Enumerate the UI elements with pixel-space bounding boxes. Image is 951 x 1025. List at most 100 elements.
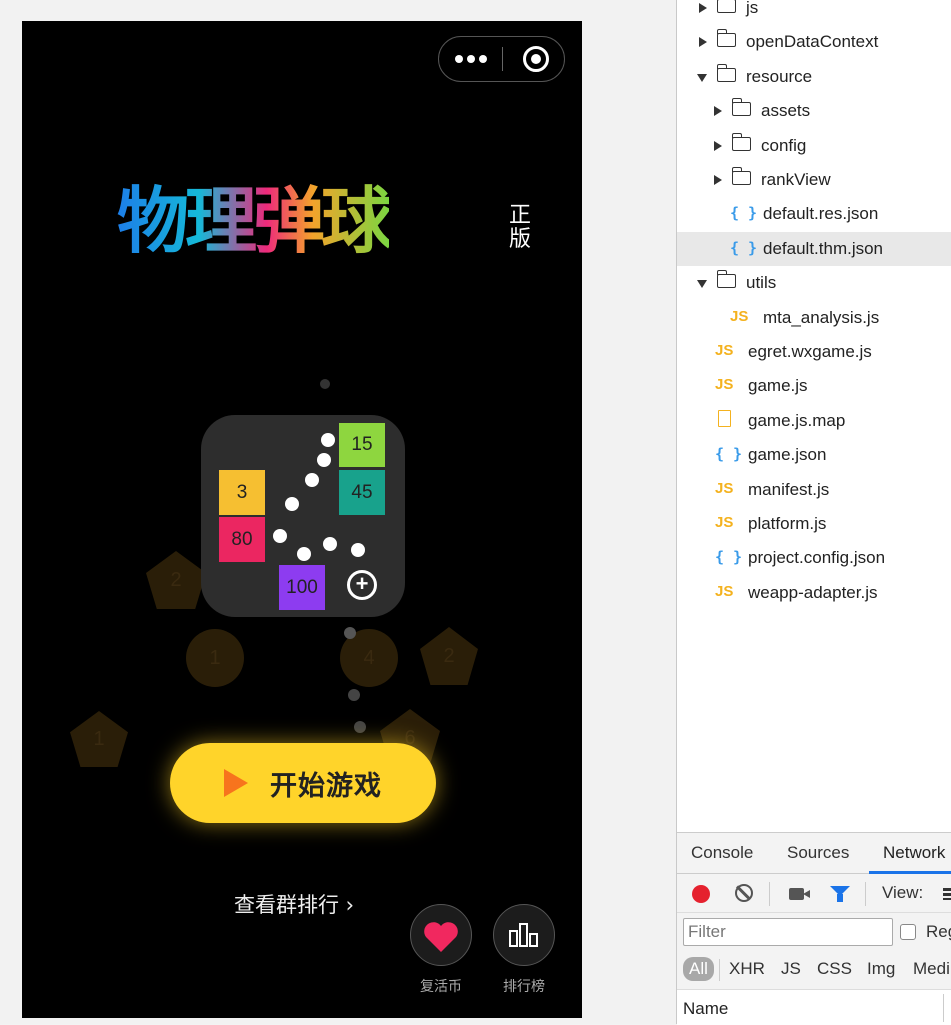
chevron-right-icon[interactable] xyxy=(714,175,722,185)
block-100: 100 xyxy=(279,565,325,610)
logo-badge: 正版 xyxy=(509,203,532,252)
regex-checkbox[interactable] xyxy=(900,924,916,940)
file-tree-item[interactable]: resource xyxy=(677,60,951,94)
type-filter-css[interactable]: CSS xyxy=(817,959,852,979)
file-tree-item[interactable]: JS egret.wxgame.js xyxy=(677,335,951,369)
file-tree-item[interactable]: JS game.js xyxy=(677,369,951,403)
type-filter-js[interactable]: JS xyxy=(781,959,801,979)
phone-screen: 物理弹球 正版 2 1 4 2 1 6 15 3 45 80 100 + 开始游… xyxy=(22,21,582,1018)
chevron-down-icon[interactable] xyxy=(697,280,707,289)
file-tree-item[interactable]: JS mta_analysis.js xyxy=(677,301,951,335)
file-tree-item-label: assets xyxy=(761,101,811,121)
ball xyxy=(305,473,319,487)
js-file-icon: JS xyxy=(715,582,734,600)
record-icon[interactable] xyxy=(692,885,710,903)
bg-number: 1 xyxy=(209,646,221,669)
file-tree-item[interactable]: js xyxy=(677,0,951,25)
filter-icon[interactable] xyxy=(830,886,850,902)
block-3: 3 xyxy=(219,470,265,515)
file-icon xyxy=(718,409,731,427)
file-tree-item-label: resource xyxy=(746,66,813,86)
close-target-icon[interactable] xyxy=(523,46,549,72)
block-45: 45 xyxy=(339,470,385,515)
file-tree-item[interactable]: { } game.json xyxy=(677,438,951,472)
file-tree-item[interactable]: utils xyxy=(677,266,951,300)
file-tree-item-label: js xyxy=(746,0,759,17)
capsule-menu xyxy=(438,36,565,82)
file-tree-item-label: game.json xyxy=(748,445,827,465)
file-tree-item-label: utils xyxy=(746,273,777,293)
ball xyxy=(323,537,337,551)
file-tree-item[interactable]: openDataContext xyxy=(677,25,951,59)
bg-number: 2 xyxy=(443,644,455,667)
leaderboard-button[interactable] xyxy=(493,904,555,966)
revive-button[interactable] xyxy=(410,904,472,966)
json-file-icon: { } xyxy=(730,204,758,223)
group-rank-link[interactable]: 查看群排行 › xyxy=(234,889,354,919)
tab-sources[interactable]: Sources xyxy=(787,843,849,863)
clear-icon[interactable] xyxy=(735,884,753,902)
file-tree-item[interactable]: JS platform.js xyxy=(677,507,951,541)
file-tree-item-label: default.res.json xyxy=(763,204,879,224)
file-tree-item[interactable]: { } default.res.json xyxy=(677,197,951,231)
file-tree: js openDataContext resource assets config ran… xyxy=(677,0,951,832)
devtools-tabs: Console Sources Network xyxy=(677,833,951,874)
file-tree-item-label: platform.js xyxy=(748,514,827,533)
column-divider[interactable] xyxy=(943,994,944,1022)
file-tree-item-label: config xyxy=(761,135,807,155)
filter-input[interactable] xyxy=(683,918,893,946)
chevron-right-icon[interactable] xyxy=(714,106,722,117)
bg-pentagon: 2 xyxy=(146,551,206,609)
logo-title: 物理弹球 xyxy=(117,171,393,271)
js-file-icon: JS xyxy=(715,514,734,531)
bg-number: 4 xyxy=(363,646,375,669)
ball xyxy=(273,529,287,543)
ball xyxy=(321,433,335,447)
capsule-divider xyxy=(502,47,503,71)
file-tree-item-label: egret.wxgame.js xyxy=(748,342,872,361)
large-rows-icon[interactable] xyxy=(943,888,951,900)
bg-circle: 1 xyxy=(186,629,244,687)
game-app-icon: 15 3 45 80 100 + xyxy=(201,415,405,617)
bg-ball xyxy=(354,721,366,733)
chevron-right-icon[interactable] xyxy=(699,3,707,13)
js-file-icon: JS xyxy=(730,307,749,325)
folder-open-icon xyxy=(716,270,736,289)
type-filter-media[interactable]: Medi xyxy=(913,959,950,979)
chevron-right-icon[interactable] xyxy=(699,37,707,48)
file-tree-item[interactable]: assets xyxy=(677,94,951,128)
start-game-button[interactable]: 开始游戏 xyxy=(170,743,436,823)
tab-network[interactable]: Network xyxy=(883,843,945,863)
more-icon[interactable] xyxy=(455,51,487,67)
name-column-header[interactable]: Name xyxy=(683,999,728,1019)
bg-pentagon: 2 xyxy=(420,627,478,685)
tab-console[interactable]: Console xyxy=(691,843,753,863)
filter-bar: Reg xyxy=(677,913,951,953)
block-80: 80 xyxy=(219,517,265,562)
type-filter-all[interactable]: All xyxy=(683,957,714,981)
file-tree-item[interactable]: game.js.map xyxy=(677,404,951,438)
file-tree-item[interactable]: rankView xyxy=(677,163,951,197)
file-tree-item-label: project.config.json xyxy=(748,548,886,568)
camera-icon[interactable] xyxy=(789,888,810,900)
type-filter-xhr[interactable]: XHR xyxy=(729,959,765,979)
file-tree-item-label: game.js xyxy=(748,376,808,396)
file-tree-item[interactable]: config xyxy=(677,129,951,163)
network-table-header: Name xyxy=(677,990,951,1025)
types-divider xyxy=(719,959,720,981)
block-15: 15 xyxy=(339,423,385,467)
chevron-down-icon[interactable] xyxy=(697,73,707,82)
file-tree-item-label: rankView xyxy=(761,170,831,189)
ball xyxy=(285,497,299,511)
file-tree-item[interactable]: { } default.thm.json xyxy=(677,231,951,266)
file-tree-item[interactable]: JS manifest.js xyxy=(677,473,951,507)
type-filter-img[interactable]: Img xyxy=(867,959,895,979)
ball xyxy=(351,543,365,557)
regex-label: Reg xyxy=(926,922,951,941)
chevron-right-icon[interactable] xyxy=(714,140,722,151)
json-file-icon: { } xyxy=(715,445,743,464)
file-tree-item[interactable]: JS weapp-adapter.js xyxy=(677,576,951,610)
file-tree-item-label: openDataContext xyxy=(746,32,879,52)
bg-ball xyxy=(344,627,356,639)
file-tree-item[interactable]: { } project.config.json xyxy=(677,541,951,575)
